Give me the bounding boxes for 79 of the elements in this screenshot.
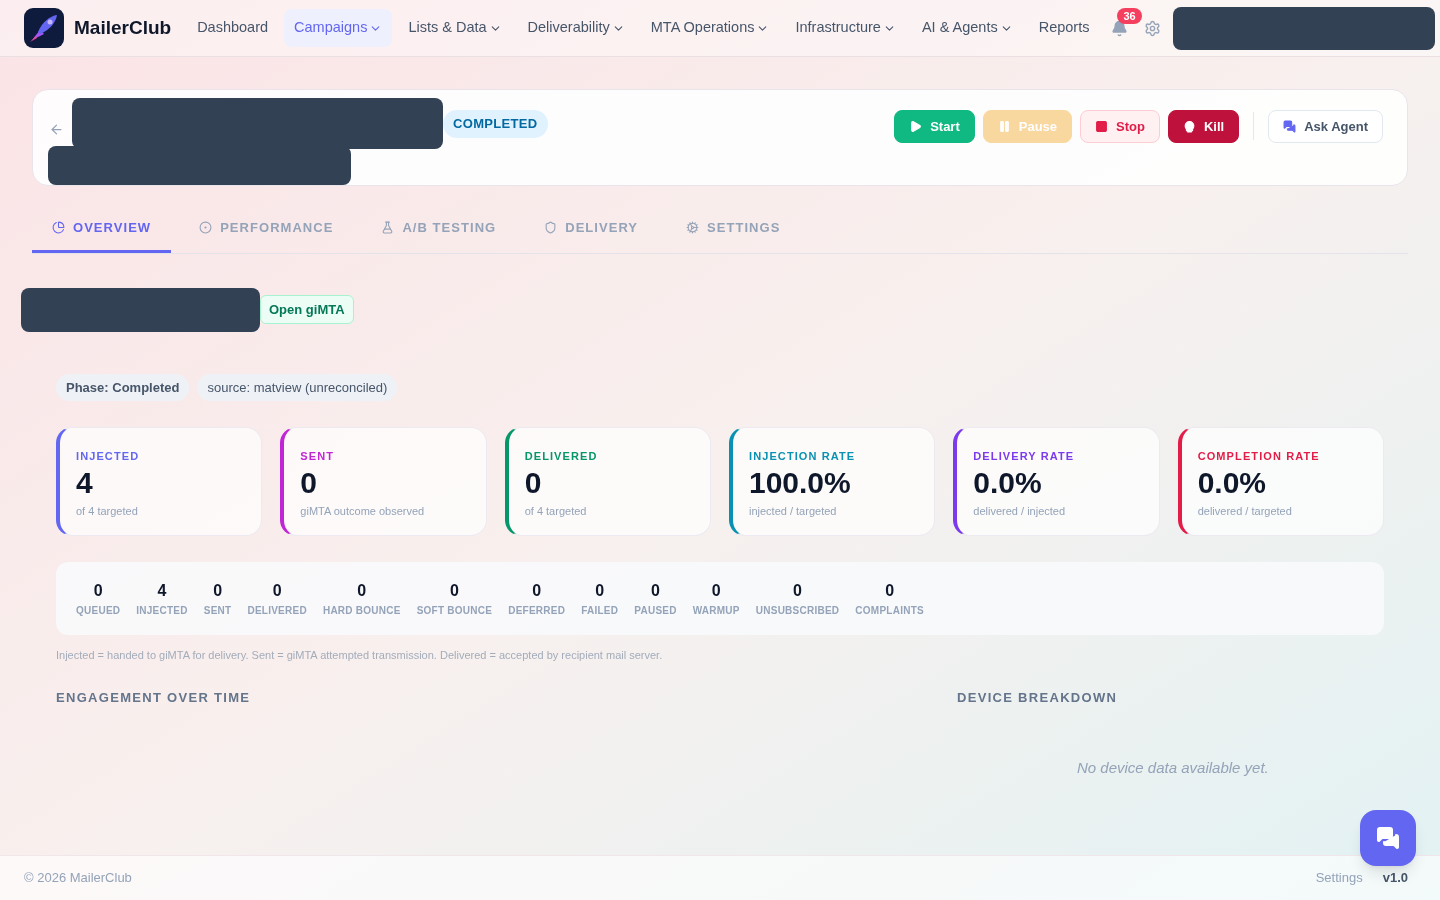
counter-value: 0 — [357, 581, 367, 601]
stat-value: 100.0% — [749, 464, 852, 501]
nav-item[interactable]: Campaigns — [284, 9, 393, 47]
stat-label: DELIVERED — [524, 449, 599, 464]
nav-item[interactable]: Lists & Data — [398, 9, 512, 47]
counter-label: COMPLAINTS — [855, 604, 924, 618]
metrics-note: Injected = handed to giMTA for delivery. Sent = giMTA attempted transmission. Delivered = accepted by recipient mail server. — [56, 648, 664, 663]
counter-value: 0 — [213, 581, 223, 601]
nav-item[interactable]: MTA Operations — [640, 9, 780, 47]
stat-caption: giMTA outcome observed — [300, 503, 426, 519]
nav-item[interactable]: Dashboard — [187, 9, 279, 47]
version-label: v1.0 — [1382, 869, 1408, 888]
info-chip: source: matview (unreconciled) — [197, 373, 398, 401]
counter-label: SOFT BOUNCE — [416, 604, 493, 618]
stat-label: INJECTION RATE — [749, 449, 857, 464]
stat-caption: of 4 targeted — [76, 503, 139, 519]
counter-label: DELIVERED — [247, 604, 307, 618]
copyright-text: © 2026 MailerClub — [24, 869, 132, 888]
counter-value: 0 — [532, 581, 542, 601]
counter-label: FAILED — [581, 604, 619, 618]
counter-label: DEFERRED — [508, 604, 566, 618]
stat-caption: delivered / targeted — [1197, 503, 1293, 519]
tab-icon — [686, 221, 700, 235]
stat-value: 0.0% — [1197, 464, 1268, 501]
counter-value: 4 — [157, 581, 167, 601]
counter-value: 0 — [595, 581, 605, 601]
notification-count: 36 — [1117, 7, 1142, 24]
nav-item[interactable]: Reports — [1028, 9, 1100, 47]
tab-icon — [199, 221, 213, 235]
section-title: DEVICE BREAKDOWN — [957, 688, 1119, 707]
counter-label: QUEUED — [76, 604, 121, 618]
kill-button[interactable]: Kill — [1167, 110, 1240, 143]
counter-label: UNSUBSCRIBED — [755, 604, 840, 618]
start-icon — [909, 120, 923, 133]
tab-icon — [544, 221, 558, 235]
stop-icon — [1095, 120, 1109, 133]
nav-item[interactable]: Infrastructure — [785, 9, 906, 47]
counter-value: 0 — [651, 581, 660, 601]
stat-caption: injected / targeted — [749, 503, 838, 519]
stat-value: 4 — [76, 464, 94, 501]
stat-label: INJECTED — [76, 449, 141, 464]
counter-value: 0 — [449, 581, 459, 601]
counter-value: 0 — [885, 581, 895, 601]
chat-button[interactable] — [1360, 810, 1416, 866]
counter-value: 0 — [793, 581, 802, 601]
section-title: ENGAGEMENT OVER TIME — [56, 688, 252, 707]
agent-button[interactable]: Ask Agent — [1268, 110, 1383, 143]
brand-name: MailerClub — [74, 15, 172, 40]
notification-bell-icon[interactable] — [1111, 19, 1129, 37]
settings-icon[interactable] — [1144, 19, 1162, 37]
stat-caption: delivered / injected — [973, 503, 1067, 519]
stop-button[interactable]: Stop — [1080, 110, 1160, 143]
counter-label: PAUSED — [634, 604, 677, 618]
counter-value: 0 — [93, 581, 103, 601]
stat-value: 0 — [300, 464, 318, 501]
tab-icon — [381, 221, 395, 235]
status-badge: COMPLETED — [443, 110, 548, 138]
stat-label: COMPLETION RATE — [1197, 449, 1321, 464]
nav-item[interactable]: AI & Agents — [911, 9, 1023, 47]
stat-value: 0 — [524, 464, 543, 501]
stat-caption: of 4 targeted — [524, 503, 588, 519]
stat-label: SENT — [300, 449, 336, 464]
counter-value: 0 — [711, 581, 721, 601]
stat-label: DELIVERY RATE — [973, 449, 1076, 464]
stat-value: 0.0% — [973, 464, 1043, 501]
rocket-logo-icon — [24, 8, 64, 48]
open-gimta-button[interactable]: Open giMTA — [260, 294, 354, 324]
pause-icon — [997, 120, 1011, 133]
counter-label: HARD BOUNCE — [322, 604, 401, 618]
chat-icon — [1376, 826, 1400, 850]
counter-label: WARMUP — [692, 604, 740, 618]
info-chip: Phase: Completed — [56, 373, 190, 401]
counter-label: INJECTED — [136, 604, 188, 618]
nav-item[interactable]: Deliverability — [517, 9, 635, 47]
tab-icon — [52, 221, 65, 235]
tab[interactable]: OVERVIEW — [32, 210, 172, 253]
counter-value: 0 — [272, 581, 282, 601]
empty-state-text: No device data available yet. — [1077, 758, 1270, 778]
counter-label: SENT — [203, 604, 232, 618]
